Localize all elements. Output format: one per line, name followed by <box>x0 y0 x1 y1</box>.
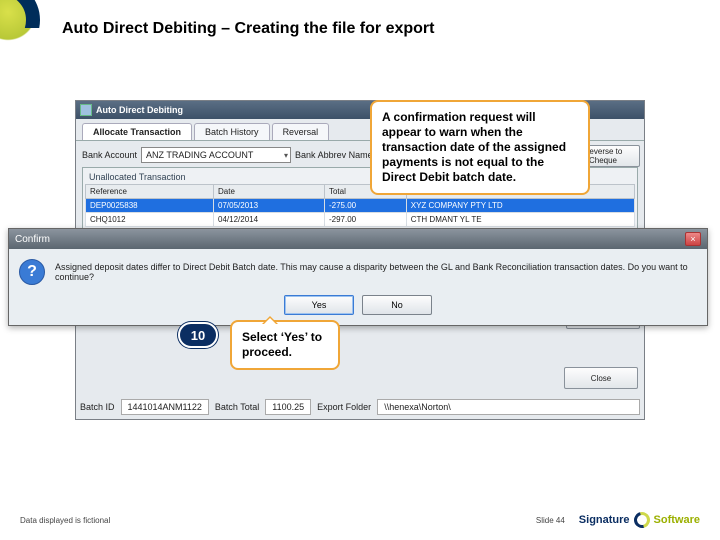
disclaimer: Data displayed is fictional <box>20 516 110 525</box>
confirm-titlebar: Confirm × <box>9 229 707 249</box>
brand-text-2: Software <box>654 514 700 526</box>
batch-total-label: Batch Total <box>215 402 259 412</box>
cell: DEP0025838 <box>86 199 214 213</box>
swirl-icon <box>631 509 653 531</box>
callout-warning: A confirmation request will appear to wa… <box>370 100 590 195</box>
batch-id-label: Batch ID <box>80 402 115 412</box>
cell: -275.00 <box>324 199 406 213</box>
table-row[interactable]: DEP0025838 07/05/2013 -275.00 XYZ COMPAN… <box>86 199 635 213</box>
step-badge: 10 <box>178 322 218 348</box>
confirm-actions: Yes No <box>9 289 707 325</box>
question-icon: ? <box>19 259 45 285</box>
tab-allocate[interactable]: Allocate Transaction <box>82 123 192 140</box>
callout-instruction: Select ‘Yes’ to proceed. <box>230 320 340 370</box>
app-title: Auto Direct Debiting <box>96 105 183 115</box>
col-reference[interactable]: Reference <box>86 185 214 199</box>
slide-accent <box>0 0 40 60</box>
cell: -297.00 <box>324 213 406 227</box>
export-folder-value: \\henexa\Norton\ <box>377 399 640 415</box>
slide-number: Slide 44 <box>536 516 565 525</box>
close-button-wrap: Close <box>564 367 638 389</box>
brand-text-1: Signature <box>579 514 630 526</box>
batch-id-value: 1441014ANM1122 <box>121 399 209 415</box>
bank-account-label: Bank Account <box>82 150 137 160</box>
col-date[interactable]: Date <box>214 185 325 199</box>
close-icon[interactable]: × <box>685 232 701 246</box>
cell: 04/12/2014 <box>214 213 325 227</box>
cell: CHQ1012 <box>86 213 214 227</box>
confirm-message: Assigned deposit dates differ to Direct … <box>55 262 697 282</box>
table-row[interactable]: CHQ1012 04/12/2014 -297.00 CTH DMANT YL … <box>86 213 635 227</box>
bank-account-dropdown[interactable]: ANZ TRADING ACCOUNT <box>141 147 291 163</box>
slide-footer: Data displayed is fictional Slide 44 Sig… <box>0 512 720 528</box>
confirm-title: Confirm <box>15 234 50 245</box>
no-button[interactable]: No <box>362 295 432 315</box>
tab-reversal[interactable]: Reversal <box>272 123 330 140</box>
slide-title: Auto Direct Debiting – Creating the file… <box>62 20 434 38</box>
close-button[interactable]: Close <box>564 367 638 389</box>
tab-batch-history[interactable]: Batch History <box>194 123 270 140</box>
batch-total-value: 1100.25 <box>265 399 311 415</box>
app-icon <box>80 104 92 116</box>
confirm-dialog: Confirm × ? Assigned deposit dates diffe… <box>8 228 708 326</box>
bank-abbrev-label: Bank Abbrev Name <box>295 150 373 160</box>
export-folder-label: Export Folder <box>317 402 371 412</box>
cell: 07/05/2013 <box>214 199 325 213</box>
brand-logo: Signature Software <box>579 512 700 528</box>
bottom-bar: Batch ID 1441014ANM1122 Batch Total 1100… <box>80 399 640 415</box>
yes-button[interactable]: Yes <box>284 295 354 315</box>
